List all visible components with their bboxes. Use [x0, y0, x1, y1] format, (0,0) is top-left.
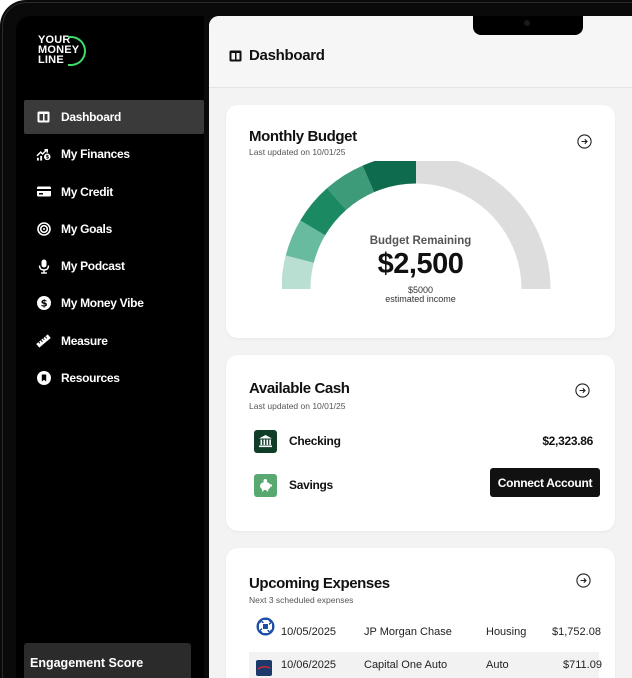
gauge-segment [300, 188, 347, 236]
piggy-bank-icon [254, 473, 277, 497]
bookmark-icon [36, 371, 51, 386]
sidebar-item-label: My Podcast [61, 259, 125, 274]
arrow-right-circle-icon[interactable] [577, 134, 592, 149]
gauge-segment [362, 161, 417, 193]
chase-logo-icon [256, 617, 275, 636]
sidebar-item-my-podcast[interactable]: My Podcast [24, 249, 204, 283]
gauge-segment [327, 165, 375, 211]
last-updated: Last updated on 10/01/25 [249, 147, 346, 157]
savings-label: Savings [289, 478, 333, 492]
savings-row: Savings Connect Account [254, 468, 600, 497]
expense-category: Housing [486, 626, 527, 638]
expenses-subtitle: Next 3 scheduled expenses [249, 595, 354, 605]
credit-card-icon [36, 184, 51, 199]
sidebar-item-label: My Money Vibe [61, 296, 144, 311]
expense-amount: $711.09 [563, 659, 602, 671]
dollar-icon: $ [36, 296, 51, 311]
microphone-icon [36, 259, 51, 274]
expense-payee: Capital One Auto [364, 659, 448, 671]
sidebar: YOUR MONEY LINE Dashboard $ My Finances … [16, 16, 204, 678]
budget-remaining-label: Budget Remaining [369, 235, 472, 247]
sidebar-item-my-finances[interactable]: $ My Finances [24, 137, 204, 171]
budget-remaining-amount: $2,500 [377, 248, 464, 280]
main-content: Dashboard Monthly Budget Last updated on… [209, 16, 632, 678]
table-row[interactable]: 10/05/2025 JP Morgan Chase Housing $1,75… [249, 617, 601, 645]
capital-one-logo-icon [255, 659, 273, 677]
expense-payee: JP Morgan Chase [364, 626, 452, 638]
camera-icon [524, 20, 530, 26]
camera-notch [473, 16, 583, 35]
sidebar-item-measure[interactable]: Measure [24, 324, 204, 358]
last-updated: Last updated on 10/01/25 [249, 401, 346, 411]
sidebar-item-my-money-vibe[interactable]: $ My Money Vibe [24, 286, 204, 320]
engagement-score-label: Engagement Score [30, 656, 144, 670]
monthly-budget-card: Monthly Budget Last updated on 10/01/25 … [226, 105, 615, 338]
arrow-right-circle-icon[interactable] [575, 383, 590, 398]
page-title: Dashboard [249, 47, 325, 64]
arrow-right-circle-icon[interactable] [576, 573, 591, 588]
engagement-score-panel[interactable]: Engagement Score [24, 643, 191, 678]
dashboard-icon [36, 110, 51, 125]
table-row[interactable]: 10/06/2025 Capital One Auto Auto $711.09 [249, 652, 602, 678]
sidebar-item-label: Resources [61, 371, 120, 386]
checking-amount: $2,323.86 [542, 434, 593, 448]
upcoming-expenses-card: Upcoming Expenses Next 3 scheduled expen… [226, 548, 615, 678]
sidebar-nav: Dashboard $ My Finances My Credit My Goa… [24, 100, 204, 398]
finances-icon: $ [36, 147, 51, 162]
card-title: Upcoming Expenses [249, 575, 390, 592]
sidebar-item-my-credit[interactable]: My Credit [24, 175, 204, 209]
bank-icon [254, 429, 277, 453]
sidebar-item-label: Dashboard [61, 110, 121, 124]
sidebar-item-resources[interactable]: Resources [24, 361, 204, 395]
ruler-icon [36, 333, 51, 348]
sidebar-item-label: Measure [61, 333, 108, 348]
available-cash-card: Available Cash Last updated on 10/01/25 … [226, 355, 615, 531]
svg-text:$: $ [40, 299, 47, 310]
connect-account-button[interactable]: Connect Account [490, 468, 600, 497]
sidebar-item-dashboard[interactable]: Dashboard [24, 100, 204, 134]
checking-label: Checking [289, 434, 341, 448]
expense-amount: $1,752.08 [552, 626, 601, 638]
target-icon [36, 221, 51, 236]
checking-row[interactable]: Checking $2,323.86 [254, 429, 594, 453]
dashboard-icon [229, 49, 242, 67]
expense-date: 10/05/2025 [281, 626, 337, 638]
expense-category: Auto [486, 659, 509, 671]
sidebar-item-label: My Goals [61, 221, 112, 236]
logo-arc-icon [68, 36, 86, 66]
sidebar-item-label: My Credit [61, 184, 113, 199]
estimated-income-label: estimated income [385, 294, 456, 304]
card-title: Available Cash [249, 380, 350, 397]
card-title: Monthly Budget [249, 128, 357, 145]
sidebar-item-my-goals[interactable]: My Goals [24, 212, 204, 246]
sidebar-item-label: My Finances [61, 147, 130, 162]
expense-date: 10/06/2025 [281, 659, 337, 671]
